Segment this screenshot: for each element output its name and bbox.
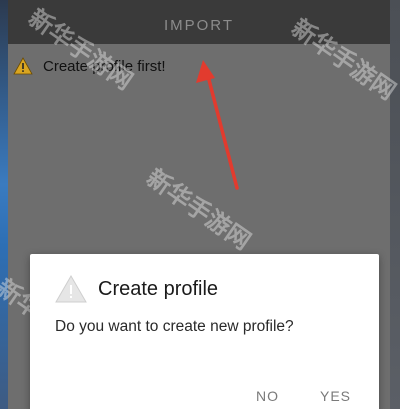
- no-button[interactable]: NO: [250, 384, 285, 408]
- warning-icon: [55, 274, 87, 303]
- dialog-message: Do you want to create new profile?: [55, 318, 294, 335]
- dialog-header: Create profile: [54, 274, 218, 304]
- dialog-title: Create profile: [98, 277, 219, 300]
- screen: IMPORT Create profile first! 新华手游网 新华手游网…: [0, 0, 400, 409]
- left-desktop-edge: [0, 0, 8, 409]
- create-profile-dialog: Create profile Do you want to create new…: [30, 254, 379, 409]
- warning-icon: [13, 57, 33, 75]
- yes-button[interactable]: YES: [314, 384, 357, 408]
- import-tab-title[interactable]: IMPORT: [164, 17, 234, 34]
- right-desktop-edge: [390, 0, 400, 409]
